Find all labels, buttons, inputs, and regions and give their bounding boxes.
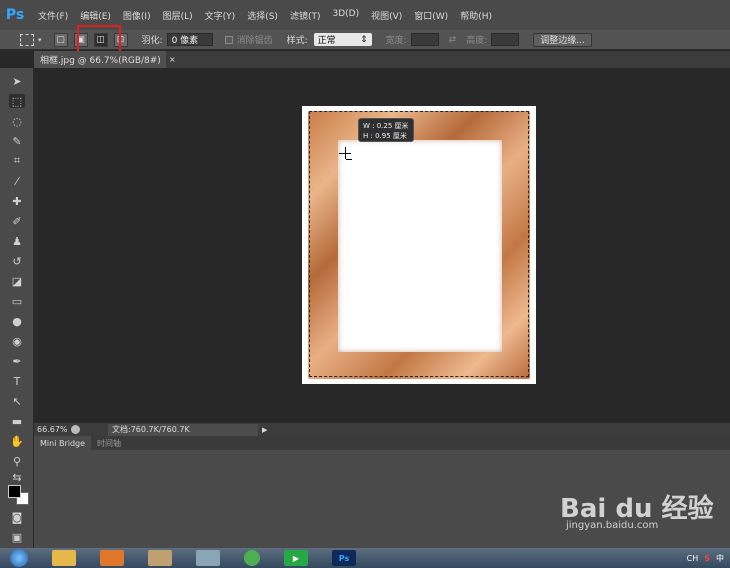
panel-tabs: Mini Bridge 时间轴 (34, 436, 730, 450)
history-brush-tool-icon[interactable]: ↺ (9, 254, 25, 268)
swap-colors-icon[interactable]: ⇆ (9, 470, 25, 484)
type-tool-icon[interactable]: T (9, 374, 25, 388)
hand-tool-icon[interactable]: ✋ (9, 434, 25, 448)
menu-3d[interactable]: 3D(D) (332, 9, 359, 22)
explorer-task-icon[interactable] (52, 550, 76, 566)
zoom-level[interactable]: 66.67% (37, 425, 71, 434)
document-task-icon[interactable] (196, 550, 220, 566)
chevron-updown-icon: ⇕ (360, 34, 368, 45)
photoshop-task-icon[interactable]: Ps (332, 550, 356, 566)
menu-window[interactable]: 窗口(W) (414, 9, 448, 22)
baidu-watermark-url: jingyan.baidu.com (566, 520, 659, 531)
subtract-cursor-icon (346, 159, 352, 160)
tooltip-height: H : 0.95 厘米 (363, 132, 407, 140)
menu-list: 文件(F) 编辑(E) 图像(I) 图层(L) 文字(Y) 选择(S) 滤镜(T… (38, 9, 504, 22)
tab-mini-bridge[interactable]: Mini Bridge (34, 436, 92, 450)
tab-timeline[interactable]: 时间轴 (91, 436, 127, 450)
selection-size-tooltip: W : 0.25 厘米 H : 0.95 厘米 (358, 118, 414, 142)
menu-type[interactable]: 文字(Y) (205, 9, 236, 22)
document-tab[interactable]: 相框.jpg @ 66.7%(RGB/8#) × (34, 51, 176, 68)
tooltip-width: W : 0.25 厘米 (363, 122, 409, 130)
tools-panel: ➤ ⬚ ◌ ✎ ⌗ ⁄ ✚ ✐ ♟ ↺ ◪ ▭ ● ◉ ✒ T ↖ ▬ ✋ ⚲ … (0, 68, 34, 548)
path-select-tool-icon[interactable]: ↖ (9, 394, 25, 408)
style-select[interactable]: 正常 ⇕ (313, 33, 372, 46)
status-bar: 66.67% 文档:760.7K/760.7K ▶ (34, 422, 730, 436)
chevron-down-icon[interactable]: ▾ (38, 36, 42, 44)
quick-mask-icon[interactable]: ◙ (9, 510, 25, 524)
pen-tool-icon[interactable]: ✒ (9, 354, 25, 368)
feather-label: 羽化: (141, 36, 163, 46)
play-task-icon[interactable]: ▶ (284, 550, 308, 566)
menu-filter[interactable]: 滤镜(T) (290, 9, 321, 22)
menu-edit[interactable]: 编辑(E) (80, 9, 111, 22)
new-selection-button[interactable]: ▢ (53, 32, 68, 47)
blur-tool-icon[interactable]: ● (9, 314, 25, 328)
height-label: 高度: (466, 36, 488, 46)
screen-mode-icon[interactable]: ▣ (9, 530, 25, 544)
photoshop-logo: Ps (5, 7, 25, 23)
menu-file[interactable]: 文件(F) (38, 9, 68, 22)
document-info: 文档:760.7K/760.7K (108, 423, 258, 436)
sogou-icon[interactable]: S (704, 554, 710, 563)
healing-brush-tool-icon[interactable]: ✚ (9, 194, 25, 208)
menu-view[interactable]: 视图(V) (371, 9, 402, 22)
ime-indicator[interactable]: CH (687, 554, 699, 563)
ime-chinese-indicator[interactable]: 中 (716, 553, 724, 564)
paint-task-icon[interactable] (148, 550, 172, 566)
stamp-tool-icon[interactable]: ♟ (9, 234, 25, 248)
gradient-tool-icon[interactable]: ▭ (9, 294, 25, 308)
browser-task-icon[interactable] (244, 550, 260, 566)
system-tray: CH S 中 (681, 553, 724, 564)
menu-select[interactable]: 选择(S) (247, 9, 278, 22)
document-tab-title: 相框.jpg @ 66.7%(RGB/8#) (40, 56, 161, 66)
lasso-tool-icon[interactable]: ◌ (9, 114, 25, 128)
foreground-color-swatch[interactable] (8, 485, 21, 498)
menu-layer[interactable]: 图层(L) (163, 9, 193, 22)
move-tool-icon[interactable]: ➤ (9, 74, 25, 88)
antialias-label: 消除锯齿 (236, 36, 273, 46)
zoom-icon (71, 425, 80, 434)
close-icon[interactable]: × (169, 55, 176, 64)
dodge-tool-icon[interactable]: ◉ (9, 334, 25, 348)
crop-tool-icon[interactable]: ⌗ (9, 154, 25, 168)
menu-help[interactable]: 帮助(H) (460, 9, 492, 22)
width-input[interactable] (410, 33, 439, 46)
style-label: 样式: (286, 36, 308, 46)
media-player-task-icon[interactable] (100, 550, 124, 566)
refine-edge-button[interactable]: 调整边缘... (533, 32, 592, 47)
rect-marquee-tool-icon[interactable]: ⬚ (9, 94, 25, 108)
swap-icon[interactable]: ⇄ (449, 35, 457, 45)
status-menu-arrow-icon[interactable]: ▶ (262, 426, 267, 434)
start-button[interactable] (10, 549, 28, 567)
document-tab-row: 相框.jpg @ 66.7%(RGB/8#) × (34, 51, 730, 68)
shape-tool-icon[interactable]: ▬ (9, 414, 25, 428)
brush-tool-icon[interactable]: ✐ (9, 214, 25, 228)
feather-input[interactable]: 0 像素 (166, 33, 213, 46)
eyedropper-tool-icon[interactable]: ⁄ (9, 174, 25, 188)
quick-select-tool-icon[interactable]: ✎ (9, 134, 25, 148)
menu-image[interactable]: 图像(I) (123, 9, 151, 22)
antialias-checkbox[interactable] (224, 35, 233, 44)
width-label: 宽度: (385, 36, 407, 46)
zoom-tool-icon[interactable]: ⚲ (9, 454, 25, 468)
style-select-value: 正常 (317, 36, 336, 46)
rect-marquee-preset-icon[interactable] (20, 33, 34, 46)
eraser-tool-icon[interactable]: ◪ (9, 274, 25, 288)
taskbar: ▶ Ps CH S 中 (0, 548, 730, 568)
height-input[interactable] (491, 33, 520, 46)
